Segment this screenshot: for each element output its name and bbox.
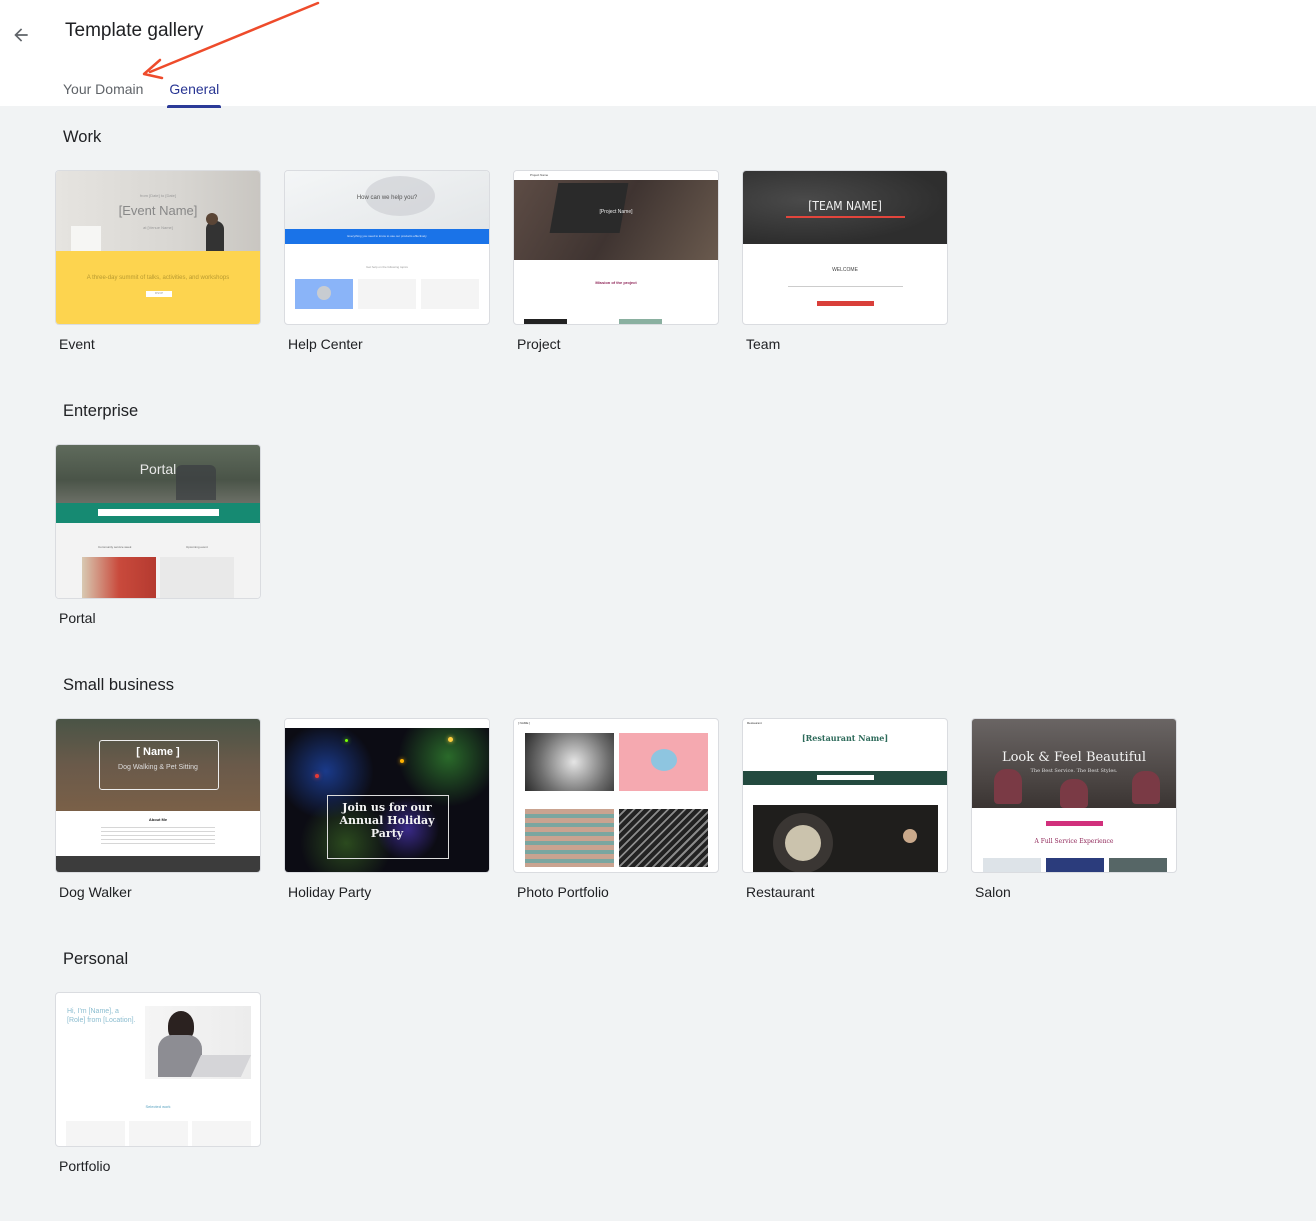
app-header: Template gallery Your Domain General: [0, 0, 1316, 106]
template-label: Portal: [59, 610, 96, 626]
section-title: Enterprise: [63, 402, 138, 421]
template-thumbnail[interactable]: Hi, I'm [Name], a [Role] from [Location]…: [55, 992, 261, 1147]
template-label: Team: [746, 336, 780, 352]
template-thumbnail[interactable]: from [Date] to [Date] [Event Name] at [V…: [55, 170, 261, 325]
template-card-photo-portfolio[interactable]: [ NAME ] Photo Portfolio: [513, 718, 719, 873]
tab-bar: Your Domain General: [50, 78, 232, 106]
tab-general[interactable]: General: [156, 78, 232, 106]
template-card-restaurant[interactable]: Restaurant [Restaurant Name] Restaurant: [742, 718, 948, 873]
back-button[interactable]: [8, 22, 34, 48]
template-card-portfolio[interactable]: Hi, I'm [Name], a [Role] from [Location]…: [55, 992, 261, 1147]
section-title: Work: [63, 128, 101, 147]
template-label: Event: [59, 336, 95, 352]
template-label: Portfolio: [59, 1158, 110, 1174]
template-thumbnail[interactable]: How can we help you? Everything you need…: [284, 170, 490, 325]
arrow-left-icon: [11, 25, 31, 45]
template-card-holiday-party[interactable]: Join us for our Annual Holiday Party Hol…: [284, 718, 490, 873]
template-thumbnail[interactable]: Look & Feel Beautiful The Best Service. …: [971, 718, 1177, 873]
template-thumbnail[interactable]: Restaurant [Restaurant Name]: [742, 718, 948, 873]
template-thumbnail[interactable]: Join us for our Annual Holiday Party: [284, 718, 490, 873]
template-card-salon[interactable]: Look & Feel Beautiful The Best Service. …: [971, 718, 1177, 873]
template-card-dog-walker[interactable]: [ Name ] Dog Walking & Pet Sitting About…: [55, 718, 261, 873]
template-thumbnail[interactable]: [TEAM NAME] WELCOME: [742, 170, 948, 325]
template-thumbnail[interactable]: [ NAME ]: [513, 718, 719, 873]
section-title: Small business: [63, 676, 174, 695]
template-label: Salon: [975, 884, 1011, 900]
tab-your-domain[interactable]: Your Domain: [50, 78, 156, 106]
template-thumbnail[interactable]: Portal Community service week Upcoming e…: [55, 444, 261, 599]
template-thumbnail[interactable]: [ Name ] Dog Walking & Pet Sitting About…: [55, 718, 261, 873]
template-label: Project: [517, 336, 561, 352]
template-label: Restaurant: [746, 884, 814, 900]
template-label: Help Center: [288, 336, 363, 352]
template-thumbnail[interactable]: Project Name [Project Name] Mission of t…: [513, 170, 719, 325]
template-card-team[interactable]: [TEAM NAME] WELCOME Team: [742, 170, 948, 325]
section-title: Personal: [63, 950, 128, 969]
page-title: Template gallery: [65, 20, 203, 42]
template-card-help-center[interactable]: How can we help you? Everything you need…: [284, 170, 490, 325]
template-card-portal[interactable]: Portal Community service week Upcoming e…: [55, 444, 261, 599]
template-card-event[interactable]: from [Date] to [Date] [Event Name] at [V…: [55, 170, 261, 325]
template-card-project[interactable]: Project Name [Project Name] Mission of t…: [513, 170, 719, 325]
template-label: Holiday Party: [288, 884, 371, 900]
template-label: Photo Portfolio: [517, 884, 609, 900]
template-label: Dog Walker: [59, 884, 132, 900]
